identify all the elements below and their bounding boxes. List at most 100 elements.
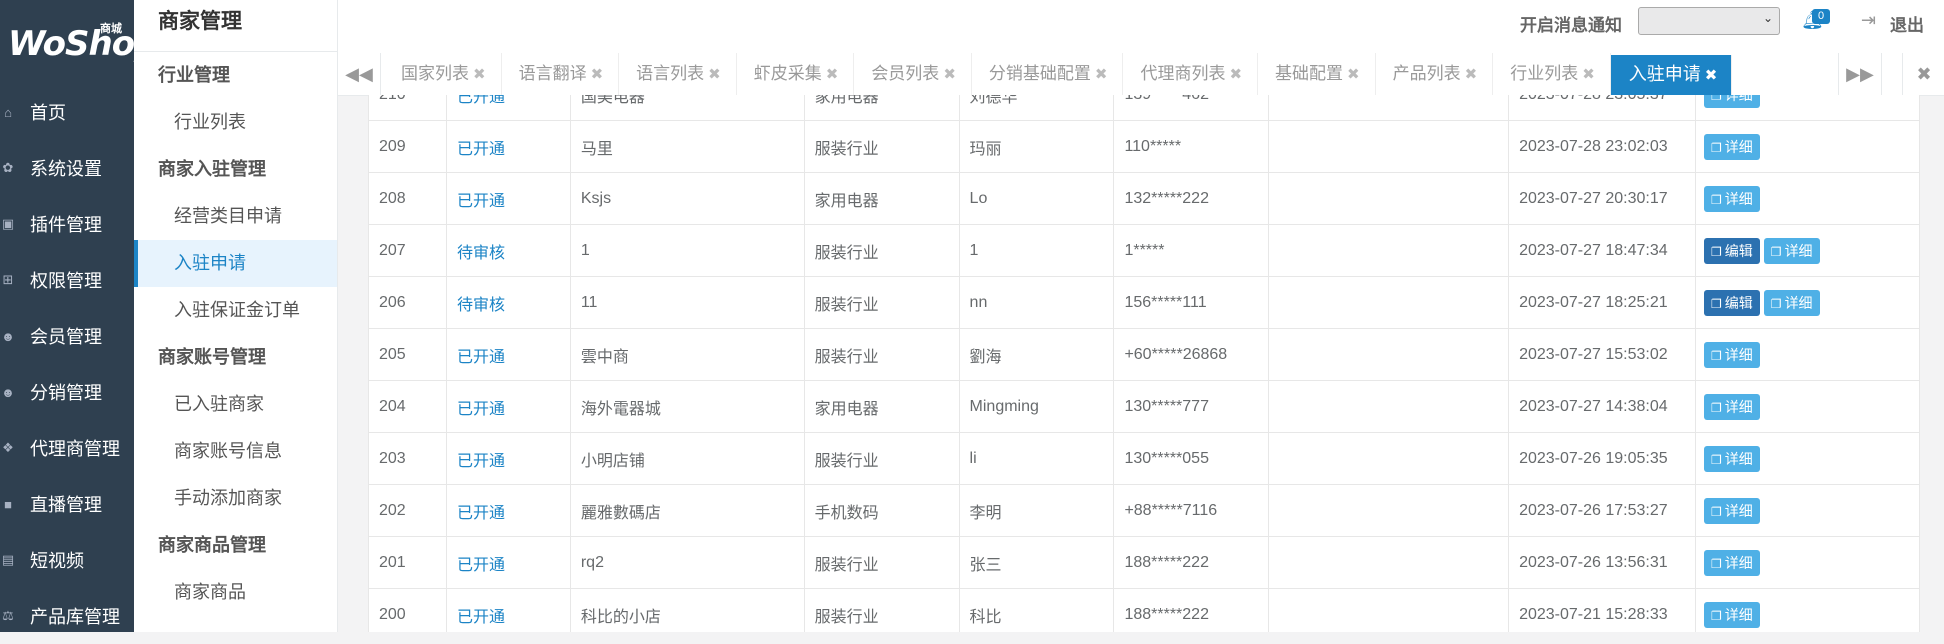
logout-link[interactable]: 退出 <box>1890 11 1924 36</box>
tab-label: 虾皮采集 <box>753 64 822 83</box>
submenu-item[interactable]: 商家商品 <box>134 569 337 616</box>
cell-name: 玛丽 <box>958 120 1115 173</box>
cell-note <box>1268 588 1510 632</box>
detail-button[interactable]: ❐详细 <box>1704 549 1760 576</box>
table-row: 210已开通国美电器家用电器刘德华139*****462 2023-07-28 2… <box>368 95 1920 121</box>
cell-name: 李明 <box>958 484 1115 537</box>
nav-item[interactable]: ⊞ 权限管理 <box>0 252 134 308</box>
cell-industry: 服装行业 <box>803 276 960 329</box>
close-icon[interactable]: ✖ <box>1229 66 1242 83</box>
notify-select[interactable]: ⌄ <box>1638 7 1780 35</box>
detail-button[interactable]: ❐详细 <box>1704 497 1760 524</box>
nav-item-label: 产品库管理 <box>30 607 120 627</box>
cell-status: 已开通 <box>445 484 571 537</box>
nav-item[interactable]: ▤ 短视频 <box>0 532 134 588</box>
close-icon[interactable]: ✖ <box>708 66 721 83</box>
detail-button-label: 详细 <box>1784 294 1813 311</box>
tab[interactable]: 语言列表 ✖ <box>619 53 737 95</box>
close-icon[interactable]: ✖ <box>826 66 839 83</box>
cell-note <box>1268 95 1510 121</box>
cell-industry: 服装行业 <box>803 224 960 277</box>
tab-scroll-left-icon[interactable]: ◀◀ <box>338 53 381 95</box>
nav-item-label: 直播管理 <box>30 495 102 515</box>
nav-item-label: 代理商管理 <box>30 439 120 459</box>
nav-item[interactable]: ⚖ 产品库管理 <box>0 588 134 644</box>
submenu-item[interactable]: 入驻保证金订单 <box>134 287 337 334</box>
submenu-item[interactable]: 商家账号信息 <box>134 428 337 475</box>
tab[interactable]: 语言翻译 ✖ <box>502 53 620 95</box>
cell-time: 2023-07-28 23:05:37 <box>1508 95 1697 121</box>
close-icon[interactable]: ✖ <box>591 66 604 83</box>
tab[interactable]: 代理商列表 ✖ <box>1123 53 1259 95</box>
sub-sidebar: 商家管理 行业管理 行业列表 商家入驻管理 经营类目申请 入驻申请 入驻保证金订单 商家账号… <box>134 0 338 632</box>
tab[interactable]: 分销基础配置 ✖ <box>972 53 1124 95</box>
brand-logo[interactable]: WoShop 商城 <box>0 0 158 84</box>
nav-item[interactable]: ☻ 分销管理 <box>0 364 134 420</box>
submenu-group[interactable]: 行业管理 <box>134 52 337 99</box>
submenu-item[interactable]: 经营类目申请 <box>134 193 337 240</box>
nav-item[interactable]: ⌂ 首页 <box>0 84 134 140</box>
close-icon[interactable]: ✖ <box>1705 67 1718 84</box>
edit-button[interactable]: ❐ 编辑 <box>1704 289 1760 316</box>
cell-name: 科比 <box>958 588 1115 632</box>
close-icon[interactable]: ✖ <box>473 66 486 83</box>
cell-shop: rq2 <box>569 536 805 589</box>
table-row: 205 已开通 雲中商 服装行业 劉海 +60*****26868 2023-07-27 1… <box>368 328 1920 381</box>
edit-icon: ❐ <box>1711 244 1722 259</box>
tab[interactable]: 入驻申请 ✖ <box>1610 55 1733 95</box>
nav-item[interactable]: ✿ 系统设置 <box>0 140 134 196</box>
submenu-group[interactable]: 商家商品管理 <box>134 522 337 569</box>
detail-button[interactable]: ❐详细 <box>1704 133 1760 160</box>
tab[interactable]: 会员列表 ✖ <box>854 53 972 95</box>
detail-button[interactable]: ❐详细 <box>1763 289 1820 316</box>
tab[interactable]: 产品列表 ✖ <box>1376 53 1494 95</box>
cell-phone: +60*****26868 <box>1113 328 1270 381</box>
cell-name: 刘德华 <box>958 95 1115 121</box>
submenu-group[interactable]: 商家账号管理 <box>134 334 337 381</box>
close-all-tabs-icon[interactable]: ✖ <box>1902 53 1944 95</box>
detail-button[interactable]: ❐详细 <box>1704 185 1760 212</box>
cell-status: 待审核 <box>445 224 571 277</box>
sign-out-icon[interactable]: ⇥ <box>1861 10 1876 31</box>
tab[interactable]: 国家列表 ✖ <box>384 53 502 95</box>
detail-button[interactable]: ❐详细 <box>1704 341 1760 368</box>
cell-note <box>1268 172 1510 225</box>
nav-item[interactable]: ■ 直播管理 <box>0 476 134 532</box>
submenu-item[interactable]: 已入驻商家 <box>134 381 337 428</box>
table-row: 206 待审核 11 服装行业 nn 156*****111 2023-07-27 18:2… <box>368 276 1920 329</box>
close-icon[interactable]: ✖ <box>1095 66 1108 83</box>
cell-shop: 麗雅數碼店 <box>569 484 805 537</box>
tab-scroll-right-icon[interactable]: ▶▶ <box>1838 53 1882 95</box>
close-icon[interactable]: ✖ <box>943 66 956 83</box>
detail-button[interactable]: ❐详细 <box>1704 95 1760 108</box>
nav-item[interactable]: ▣ 插件管理 <box>0 196 134 252</box>
cell-id: 209 <box>368 120 447 173</box>
tab[interactable]: 虾皮采集 ✖ <box>737 53 855 95</box>
close-icon[interactable]: ✖ <box>1582 66 1595 83</box>
tab[interactable]: 行业列表 ✖ <box>1493 53 1611 95</box>
detail-button-label: 详细 <box>1724 502 1753 519</box>
detail-button[interactable]: ❐详细 <box>1763 237 1820 264</box>
detail-button[interactable]: ❐详细 <box>1704 601 1760 628</box>
submenu-item[interactable]: 行业列表 <box>134 99 337 146</box>
close-icon[interactable]: ✖ <box>1347 66 1360 83</box>
nav-item-label: 系统设置 <box>30 159 102 179</box>
submenu-item[interactable]: 手动添加商家 <box>134 475 337 522</box>
tab[interactable]: 基础配置 ✖ <box>1258 53 1376 95</box>
cell-id: 203 <box>368 432 447 485</box>
cell-industry: 手机数码 <box>803 484 960 537</box>
cell-status: 已开通 <box>445 380 571 433</box>
submenu-group[interactable]: 商家入驻管理 <box>134 146 337 193</box>
submenu-item[interactable]: 入驻申请 <box>134 240 337 287</box>
close-icon[interactable]: ✖ <box>1465 66 1478 83</box>
detail-button-label: 详细 <box>1724 138 1753 155</box>
cell-shop: 马里 <box>569 120 805 173</box>
edit-button[interactable]: ❐ 编辑 <box>1704 237 1760 264</box>
detail-button[interactable]: ❐详细 <box>1704 393 1760 420</box>
cell-id: 207 <box>368 224 447 277</box>
nav-item[interactable]: ☻ 会员管理 <box>0 308 134 364</box>
nav-item[interactable]: ❖ 代理商管理 <box>0 420 134 476</box>
chevron-down-icon: ⌄ <box>1762 11 1773 25</box>
cell-industry: 家用电器 <box>803 95 960 121</box>
detail-button[interactable]: ❐详细 <box>1704 445 1760 472</box>
